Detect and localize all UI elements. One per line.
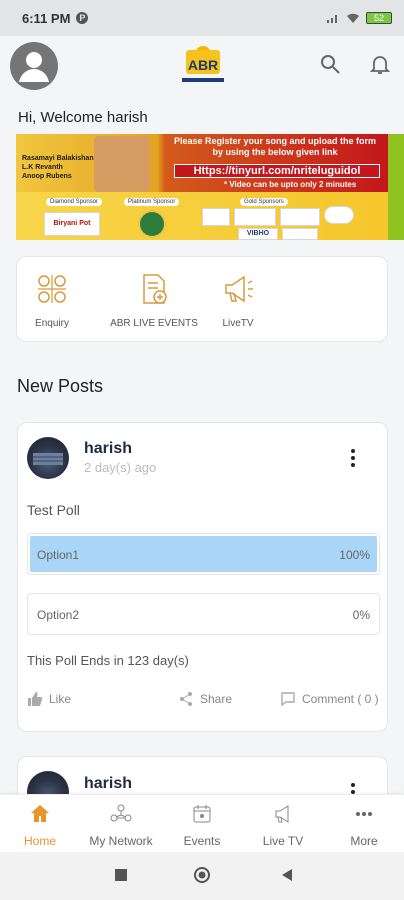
poll-option-percent: 100% xyxy=(339,548,370,562)
poll-option-percent: 0% xyxy=(352,608,370,622)
post-author[interactable]: harish xyxy=(84,440,132,458)
sponsor-box xyxy=(280,208,320,226)
signal-icon xyxy=(327,15,337,23)
nav-events[interactable]: Events xyxy=(162,803,242,848)
poll-option-1[interactable]: Option1 100% xyxy=(27,533,380,575)
post-menu-icon[interactable] xyxy=(348,449,358,469)
share-button[interactable]: Share xyxy=(178,691,232,707)
poll-fill xyxy=(30,536,377,572)
quick-link-enquiry[interactable]: Enquiry xyxy=(27,271,77,329)
search-icon[interactable] xyxy=(318,52,342,76)
quick-link-label: Enquiry xyxy=(35,318,69,329)
share-icon xyxy=(180,692,192,706)
document-add-icon xyxy=(143,274,167,304)
nav-more[interactable]: More xyxy=(324,803,404,848)
status-bar: 6:11 PM P 52 xyxy=(0,0,404,36)
post-card: harish 2 day(s) ago Test Poll Option1 10… xyxy=(17,422,388,732)
sponsor-box xyxy=(202,208,230,226)
app-notification-icon: P xyxy=(76,12,89,24)
abr-logo[interactable]: ABR xyxy=(172,42,234,86)
wifi-icon xyxy=(347,13,359,23)
back-icon[interactable] xyxy=(280,868,294,882)
poll-option-2[interactable]: Option2 0% xyxy=(27,593,380,635)
banner-photo xyxy=(94,136,150,192)
sponsor-box xyxy=(324,206,354,224)
nav-live-tv[interactable]: Live TV xyxy=(243,803,323,848)
thumbs-up-icon xyxy=(28,692,43,706)
user-icon xyxy=(19,52,49,82)
sponsor-tag: Gold Sponsors xyxy=(240,198,288,206)
section-title: New Posts xyxy=(17,376,104,396)
nav-label: Live TV xyxy=(262,834,304,848)
banner-note: * Video can be upto only 2 minutes xyxy=(224,180,357,189)
battery-icon: 52 xyxy=(366,12,392,24)
banner-name: Anoop Rubens xyxy=(22,173,72,180)
nav-label: Events xyxy=(183,834,221,848)
home-icon xyxy=(31,805,49,822)
like-button[interactable]: Like xyxy=(27,691,71,707)
system-nav-bar xyxy=(0,852,404,900)
sponsor-tag: Platinum Sponsor xyxy=(124,198,180,206)
nav-label: Home xyxy=(23,834,56,848)
quick-link-livetv[interactable]: LiveTV xyxy=(215,271,261,329)
nav-home[interactable]: Home xyxy=(0,803,80,848)
status-left: 6:11 PM P xyxy=(22,10,89,26)
post-author[interactable]: harish xyxy=(84,775,132,793)
bottom-nav: Home My Network Events Live TV More xyxy=(0,794,404,852)
nav-label: My Network xyxy=(89,834,153,848)
post-author-avatar[interactable] xyxy=(27,437,69,479)
comment-label: Comment ( 0 ) xyxy=(302,692,379,706)
poll-option-label: Option2 xyxy=(37,608,80,622)
comment-icon xyxy=(281,692,295,707)
home-circle-icon[interactable] xyxy=(193,866,211,884)
poll-question: Test Poll xyxy=(27,502,80,518)
bell-icon[interactable] xyxy=(368,52,392,76)
poll-ends-text: This Poll Ends in 123 day(s) xyxy=(27,653,189,668)
app-header: ABR xyxy=(0,36,404,100)
events-icon xyxy=(193,805,211,823)
banner-edge xyxy=(388,134,404,240)
megaphone-icon xyxy=(225,275,253,303)
post-actions: Like Share Comment ( 0 ) xyxy=(18,691,389,713)
status-right: 52 xyxy=(326,12,392,24)
promo-banner[interactable]: Rasamayi Balakishan L.K Revanth Anoop Ru… xyxy=(16,134,404,240)
sponsor-tag: Diamond Sponsor xyxy=(46,198,103,206)
sponsor-box xyxy=(282,228,318,240)
quick-link-abr-live-events[interactable]: ABR LIVE EVENTS xyxy=(99,271,209,329)
banner-name: Rasamayi Balakishan xyxy=(22,155,94,162)
banner-names: Rasamayi Balakishan L.K Revanth Anoop Ru… xyxy=(22,154,94,181)
nav-label: More xyxy=(350,834,378,848)
profile-avatar[interactable] xyxy=(10,42,58,90)
quick-link-label: ABR LIVE EVENTS xyxy=(110,318,198,329)
welcome-text: Hi, Welcome harish xyxy=(18,109,148,126)
quick-link-label: LiveTV xyxy=(222,318,254,329)
recents-icon[interactable] xyxy=(114,868,128,882)
more-icon xyxy=(356,812,372,816)
sponsor-box xyxy=(234,208,276,226)
post-time: 2 day(s) ago xyxy=(84,460,157,475)
banner-name: L.K Revanth xyxy=(22,164,63,171)
poll-option-label: Option1 xyxy=(37,548,80,562)
network-icon xyxy=(110,804,132,822)
banner-register-text: Please Register your song and upload the… xyxy=(173,136,377,157)
enquiry-icon xyxy=(38,275,66,303)
comment-button[interactable]: Comment ( 0 ) xyxy=(280,691,379,707)
like-label: Like xyxy=(49,692,72,706)
live-tv-icon xyxy=(275,805,289,823)
quick-links-card: Enquiry ABR LIVE EVENTS LiveTV xyxy=(16,256,388,342)
sponsor-row: Diamond Sponsor Platinum Sponsor Gold Sp… xyxy=(16,194,388,240)
sponsor-badge xyxy=(138,210,166,238)
sponsor-logo: VIBHO xyxy=(238,228,278,240)
banner-url: Https://tinyurl.com/nriteluguidol xyxy=(174,164,380,178)
share-label: Share xyxy=(200,692,233,706)
avatar-image xyxy=(33,453,63,465)
status-time: 6:11 PM xyxy=(22,10,71,26)
logo-text: ABR xyxy=(188,57,218,73)
nav-my-network[interactable]: My Network xyxy=(81,803,161,848)
sponsor-logo: Biryani Pot xyxy=(44,212,100,236)
